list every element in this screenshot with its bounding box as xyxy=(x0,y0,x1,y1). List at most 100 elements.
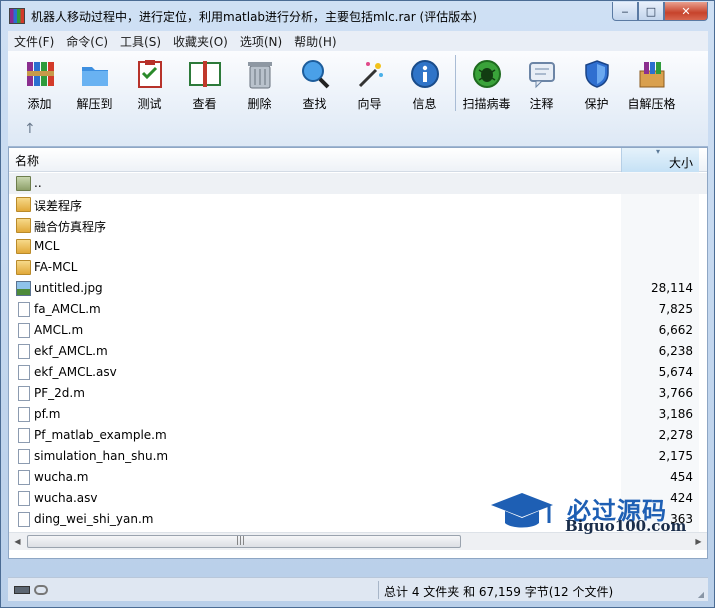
file-icon xyxy=(18,491,30,506)
graduation-cap-icon xyxy=(491,493,553,528)
protect-label: 保护 xyxy=(584,97,609,111)
file-name: PF_2d.m xyxy=(34,386,85,400)
find-icon xyxy=(298,57,332,91)
file-row[interactable]: 误差程序 xyxy=(9,194,707,215)
test-label: 测试 xyxy=(137,97,162,111)
column-size-label: 大小 xyxy=(668,156,693,170)
minimize-button[interactable]: ‒ xyxy=(612,2,638,21)
add-button[interactable]: 添加 xyxy=(12,55,67,113)
info-icon xyxy=(408,57,442,91)
folder-icon xyxy=(16,218,31,233)
file-row[interactable]: 融合仿真程序 xyxy=(9,215,707,236)
add-label: 添加 xyxy=(27,97,52,111)
file-row[interactable]: FA-MCL xyxy=(9,257,707,278)
comment-icon xyxy=(525,57,559,91)
close-button[interactable]: ✕ xyxy=(664,2,708,21)
watermark: 必过源码 Biguo100.com xyxy=(489,489,699,539)
file-row[interactable]: .. xyxy=(9,173,707,194)
protect-button[interactable]: 保护 xyxy=(569,55,624,113)
file-icon xyxy=(18,386,30,401)
file-name: ekf_AMCL.m xyxy=(34,344,108,358)
menu-favorites[interactable]: 收藏夹(O) xyxy=(167,33,234,50)
extract-to-button[interactable]: 解压到 xyxy=(67,55,122,113)
view-icon xyxy=(188,57,222,91)
file-size: 28,114 xyxy=(651,281,693,295)
virus-scan-button[interactable]: 扫描病毒 xyxy=(459,55,514,113)
test-button[interactable]: 测试 xyxy=(122,55,177,113)
delete-icon xyxy=(243,57,277,91)
file-row[interactable]: simulation_han_shu.m 2,175 xyxy=(9,446,707,467)
menu-help[interactable]: 帮助(H) xyxy=(288,33,342,50)
file-icon xyxy=(18,323,30,338)
file-row[interactable]: MCL xyxy=(9,236,707,257)
folder-icon xyxy=(16,197,31,212)
up-folder-arrow-icon[interactable]: ↑ xyxy=(24,121,36,137)
status-divider xyxy=(378,581,379,599)
scrollbar-thumb[interactable]: ||| xyxy=(27,535,461,548)
wizard-label: 向导 xyxy=(357,97,382,111)
file-icon xyxy=(18,344,30,359)
toolbar: 添加 解压到 测试 查看 删除 查找 向导 信息 扫描病毒 注释 保护 自解压格… xyxy=(8,51,708,147)
file-icon xyxy=(18,512,30,527)
comment-button[interactable]: 注释 xyxy=(514,55,569,113)
file-row[interactable]: PF_2d.m 3,766 xyxy=(9,383,707,404)
file-row[interactable]: wucha.m 454 xyxy=(9,467,707,488)
file-icon xyxy=(18,302,30,317)
file-icon xyxy=(18,407,30,422)
file-row[interactable]: Pf_matlab_example.m 2,278 xyxy=(9,425,707,446)
wizard-button[interactable]: 向导 xyxy=(342,55,397,113)
info-button[interactable]: 信息 xyxy=(397,55,452,113)
file-row[interactable]: AMCL.m 6,662 xyxy=(9,320,707,341)
file-icon xyxy=(18,449,30,464)
folder-icon xyxy=(16,239,31,254)
toolbar-separator xyxy=(455,55,456,111)
key-icon xyxy=(34,585,48,595)
sfx-label: 自解压格 xyxy=(627,97,676,111)
file-name: ekf_AMCL.asv xyxy=(34,365,117,379)
file-row[interactable]: ekf_AMCL.m 6,238 xyxy=(9,341,707,362)
delete-button[interactable]: 删除 xyxy=(232,55,287,113)
menu-file[interactable]: 文件(F) xyxy=(8,33,60,50)
drive-icon xyxy=(14,586,30,594)
find-button[interactable]: 查找 xyxy=(287,55,342,113)
file-size: 6,662 xyxy=(658,323,693,337)
file-icon xyxy=(18,365,30,380)
winrar-window: 机器人移动过程中，进行定位，利用matlab进行分析，主要包括mlc.rar (… xyxy=(0,0,715,608)
resize-grip-icon[interactable]: ◢ xyxy=(698,590,704,599)
file-name: wucha.asv xyxy=(34,491,98,505)
status-summary: 总计 4 文件夹 和 67,159 字节(12 个文件) xyxy=(384,585,614,599)
column-size[interactable]: ▾ 大小 xyxy=(621,147,699,172)
column-name[interactable]: 名称 xyxy=(15,152,39,169)
file-row[interactable]: pf.m 3,186 xyxy=(9,404,707,425)
file-row[interactable]: untitled.jpg 28,114 xyxy=(9,278,707,299)
file-size: 6,238 xyxy=(658,344,693,358)
file-name: MCL xyxy=(34,239,60,253)
window-title: 机器人移动过程中，进行定位，利用matlab进行分析，主要包括mlc.rar (… xyxy=(31,9,477,24)
wizard-icon xyxy=(353,57,387,91)
view-button[interactable]: 查看 xyxy=(177,55,232,113)
menu-options[interactable]: 选项(N) xyxy=(234,33,288,50)
file-name: FA-MCL xyxy=(34,260,78,274)
file-size: 3,186 xyxy=(658,407,693,421)
find-label: 查找 xyxy=(302,97,327,111)
file-row[interactable]: ekf_AMCL.asv 5,674 xyxy=(9,362,707,383)
file-row[interactable]: fa_AMCL.m 7,825 xyxy=(9,299,707,320)
view-label: 查看 xyxy=(192,97,217,111)
menu-commands[interactable]: 命令(C) xyxy=(60,33,114,50)
menu-tools[interactable]: 工具(S) xyxy=(114,33,167,50)
menu-bar: 文件(F) 命令(C) 工具(S) 收藏夹(O) 选项(N) 帮助(H) xyxy=(8,31,708,51)
file-icon xyxy=(18,470,30,485)
scroll-left-icon[interactable]: ◀ xyxy=(9,533,26,550)
file-size: 7,825 xyxy=(658,302,693,316)
file-size: 2,175 xyxy=(658,449,693,463)
comment-label: 注释 xyxy=(529,97,554,111)
maximize-button[interactable]: □ xyxy=(638,2,664,21)
info-label: 信息 xyxy=(412,97,437,111)
file-name: fa_AMCL.m xyxy=(34,302,101,316)
file-rows: .. 误差程序 融合仿真程序 MCL FA-MCL untitled.jpg 28,114 f… xyxy=(9,173,707,530)
sfx-button[interactable]: 自解压格 xyxy=(624,55,679,113)
test-icon xyxy=(133,57,167,91)
file-name: .. xyxy=(34,176,42,190)
sfx-icon xyxy=(635,57,669,91)
file-name: untitled.jpg xyxy=(34,281,103,295)
